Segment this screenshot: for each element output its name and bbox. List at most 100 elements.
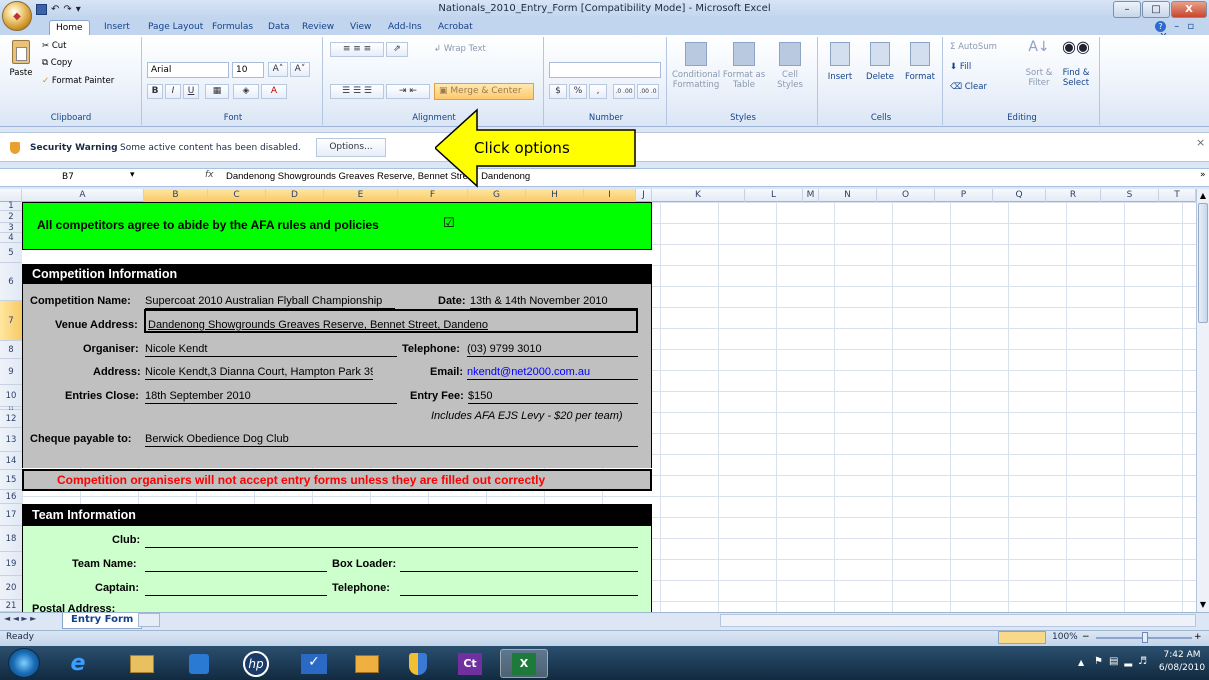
column-header-t[interactable]: T bbox=[1159, 189, 1196, 202]
start-button[interactable] bbox=[8, 648, 40, 678]
tray-show-hidden-icon[interactable]: ▲ bbox=[1078, 658, 1084, 667]
column-header-r[interactable]: R bbox=[1046, 189, 1101, 202]
format-painter-button[interactable]: ✓ Format Painter bbox=[42, 76, 114, 86]
row-header-13[interactable]: 13 bbox=[0, 428, 22, 452]
tab-formulas[interactable]: Formulas bbox=[206, 20, 259, 35]
column-header-b[interactable]: B bbox=[144, 189, 208, 202]
row-header-17[interactable]: 17 bbox=[0, 504, 22, 526]
column-header-q[interactable]: Q bbox=[993, 189, 1046, 202]
name-box-dropdown-icon[interactable]: ▾ bbox=[130, 170, 135, 180]
column-header-o[interactable]: O bbox=[877, 189, 935, 202]
column-header-p[interactable]: P bbox=[935, 189, 993, 202]
font-size-combobox[interactable]: 10 bbox=[232, 62, 264, 78]
row-header-7[interactable]: 7 bbox=[0, 301, 22, 341]
insert-function-icon[interactable]: fx bbox=[205, 170, 214, 180]
zoom-slider-thumb[interactable] bbox=[1142, 632, 1148, 643]
column-header-f[interactable]: F bbox=[398, 189, 468, 202]
security-options-button[interactable]: Options... bbox=[316, 138, 386, 157]
entries-close-value[interactable]: 18th September 2010 bbox=[145, 390, 397, 404]
row-header-12[interactable]: 12 bbox=[0, 410, 22, 428]
delete-cells-button[interactable]: Delete bbox=[860, 42, 900, 82]
autosum-button[interactable]: Σ AutoSum bbox=[950, 42, 997, 52]
increase-decimal-button[interactable]: .0 .00 bbox=[613, 84, 635, 99]
vertical-scroll-thumb[interactable] bbox=[1198, 203, 1208, 323]
column-header-n[interactable]: N bbox=[819, 189, 877, 202]
orientation-button[interactable]: ⇗ bbox=[386, 42, 408, 57]
row-header-5[interactable]: 5 bbox=[0, 243, 22, 263]
format-cells-button[interactable]: Format bbox=[900, 42, 940, 82]
row-header-2[interactable]: 2 bbox=[0, 211, 22, 223]
horizontal-scrollbar[interactable] bbox=[720, 614, 1196, 627]
zoom-level[interactable]: 100% bbox=[1052, 632, 1078, 642]
format-as-table-button[interactable]: Format as Table bbox=[722, 42, 766, 90]
row-header-8[interactable]: 8 bbox=[0, 341, 22, 359]
tab-home[interactable]: Home bbox=[49, 20, 90, 35]
taskbar-app-check[interactable]: ✓ bbox=[290, 649, 338, 678]
entry-fee-value[interactable]: $150 bbox=[468, 390, 638, 404]
conditional-formatting-button[interactable]: Conditional Formatting bbox=[672, 42, 720, 90]
team-telephone-field[interactable] bbox=[400, 582, 638, 596]
captain-field[interactable] bbox=[145, 582, 327, 596]
tab-view[interactable]: View bbox=[344, 20, 377, 35]
system-tray-icons[interactable]: ⚑▤▂♬ bbox=[1094, 656, 1153, 667]
row-header-4[interactable]: 4 bbox=[0, 233, 22, 243]
security-bar-close-icon[interactable]: × bbox=[1196, 136, 1205, 149]
number-format-combobox[interactable] bbox=[549, 62, 661, 78]
taskbar-mail[interactable] bbox=[343, 649, 391, 678]
taskbar-excel[interactable]: X bbox=[500, 649, 548, 678]
merge-center-button[interactable]: ▣ Merge & Center bbox=[434, 83, 534, 100]
sheet-tab-entry-form[interactable]: Entry Form bbox=[62, 613, 143, 629]
column-header-g[interactable]: G bbox=[468, 189, 526, 202]
email-link[interactable]: nkendt@net2000.com.au bbox=[467, 366, 638, 380]
sheet-nav-arrows[interactable]: ◄ ◄ ► ► bbox=[4, 614, 36, 623]
view-buttons[interactable] bbox=[998, 631, 1046, 644]
currency-button[interactable]: $ bbox=[549, 84, 567, 99]
underline-button[interactable]: U bbox=[183, 84, 199, 99]
percent-button[interactable]: % bbox=[569, 84, 587, 99]
row-header-10[interactable]: 10 bbox=[0, 385, 22, 407]
insert-sheet-icon[interactable] bbox=[138, 613, 160, 627]
close-button[interactable]: X bbox=[1171, 1, 1207, 18]
minimize-button[interactable]: – bbox=[1113, 1, 1141, 18]
row-header-15[interactable]: 15 bbox=[0, 470, 22, 490]
font-name-combobox[interactable]: Arial bbox=[147, 62, 229, 78]
taskbar-explorer[interactable] bbox=[118, 649, 166, 678]
shrink-font-button[interactable]: A˅ bbox=[290, 62, 310, 77]
cell-styles-button[interactable]: Cell Styles bbox=[768, 42, 812, 90]
address-value[interactable]: Nicole Kendt,3 Dianna Court, Hampton Par… bbox=[145, 366, 373, 380]
column-header-h[interactable]: H bbox=[526, 189, 584, 202]
ribbon-restore-button[interactable]: ▫ bbox=[1187, 21, 1194, 32]
cheque-value[interactable]: Berwick Obedience Dog Club bbox=[145, 433, 638, 447]
clock-time[interactable]: 7:42 AM bbox=[1160, 650, 1204, 660]
agreement-checkbox[interactable]: ☑ bbox=[443, 216, 455, 231]
row-header-21[interactable]: 21 bbox=[0, 600, 22, 612]
row-header-18[interactable]: 18 bbox=[0, 526, 22, 552]
bold-button[interactable]: B bbox=[147, 84, 163, 99]
borders-button[interactable]: ▦ bbox=[205, 84, 229, 99]
insert-cells-button[interactable]: Insert bbox=[821, 42, 859, 82]
help-icon[interactable]: ? bbox=[1155, 21, 1166, 32]
column-header-j[interactable]: J bbox=[636, 189, 652, 202]
paste-button[interactable]: Paste bbox=[6, 40, 36, 78]
box-loader-field[interactable] bbox=[400, 558, 638, 572]
decrease-decimal-button[interactable]: .00 .0 bbox=[637, 84, 659, 99]
date-value[interactable]: 13th & 14th November 2010 bbox=[470, 295, 638, 309]
column-header-a[interactable]: A bbox=[22, 189, 144, 202]
row-header-6[interactable]: 6 bbox=[0, 263, 22, 301]
organiser-value[interactable]: Nicole Kendt bbox=[145, 343, 397, 357]
clear-button[interactable]: ⌫ Clear bbox=[950, 82, 987, 92]
competition-name-value[interactable]: Supercoat 2010 Australian Flyball Champi… bbox=[145, 295, 395, 309]
taskbar-hp[interactable]: hp bbox=[232, 649, 280, 678]
copy-button[interactable]: ⧉ Copy bbox=[42, 58, 72, 68]
wrap-text-button[interactable]: ↲ Wrap Text bbox=[434, 44, 486, 54]
taskbar-ct[interactable]: Ct bbox=[446, 649, 494, 678]
find-select-button[interactable]: ◉◉ Find & Select bbox=[1058, 39, 1094, 89]
fill-button[interactable]: ⬇ Fill bbox=[950, 62, 971, 72]
fill-color-button[interactable]: ◈ bbox=[233, 84, 259, 99]
row-header-1[interactable]: 1 bbox=[0, 201, 22, 211]
column-header-d[interactable]: D bbox=[266, 189, 324, 202]
tab-insert[interactable]: Insert bbox=[98, 20, 136, 35]
column-header-c[interactable]: C bbox=[208, 189, 266, 202]
clock-date[interactable]: 6/08/2010 bbox=[1158, 663, 1206, 673]
zoom-out-button[interactable]: − bbox=[1082, 632, 1090, 642]
